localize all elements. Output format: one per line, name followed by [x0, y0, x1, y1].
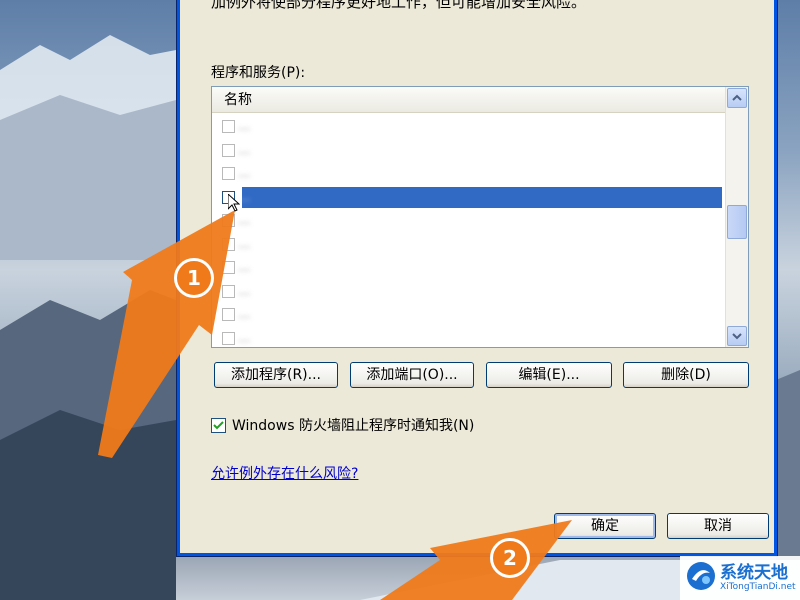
item-checkbox[interactable]: [222, 331, 235, 345]
step-1-badge: 1: [174, 258, 214, 298]
edit-button[interactable]: 编辑(E)...: [486, 362, 612, 388]
intro-text: 加例外将使部分程序更好地工作，但可能增加安全风险。: [211, 0, 587, 11]
selection-highlight: [242, 186, 722, 208]
item-name: ...: [238, 213, 251, 228]
watermark-url: XiTongTianDi.net: [720, 582, 796, 592]
list-item[interactable]: ...: [212, 162, 726, 186]
item-checkbox[interactable]: [222, 143, 235, 157]
item-checkbox[interactable]: [222, 167, 235, 180]
item-name: ...: [238, 260, 251, 275]
scroll-thumb[interactable]: [727, 205, 747, 239]
item-checkbox[interactable]: [222, 214, 235, 227]
notify-option[interactable]: Windows 防火墙阻止程序时通知我(N): [211, 416, 474, 436]
item-name: ...: [238, 142, 251, 158]
list-item[interactable]: ...: [212, 139, 726, 163]
item-name: ...: [238, 119, 251, 134]
chevron-up-icon: [732, 94, 742, 101]
item-name: ...: [238, 166, 251, 181]
list-item-selected[interactable]: ...: [212, 186, 726, 212]
scroll-up-button[interactable]: [727, 88, 747, 108]
list-item[interactable]: ...: [212, 280, 726, 304]
notify-checkbox[interactable]: [211, 417, 226, 433]
item-name: ...: [238, 283, 251, 299]
notify-checkbox-label: Windows 防火墙阻止程序时通知我(N): [232, 418, 475, 434]
item-name: ...: [238, 307, 251, 322]
list-item[interactable]: ...: [212, 327, 726, 348]
item-checkbox[interactable]: [222, 261, 235, 274]
list-item[interactable]: ...: [212, 303, 726, 327]
step-2-badge: 2: [490, 538, 530, 578]
list-item[interactable]: ...: [212, 233, 726, 257]
item-checkbox[interactable]: [222, 308, 235, 321]
cancel-button[interactable]: 取消: [667, 513, 769, 539]
item-name: ...: [238, 236, 251, 252]
delete-button[interactable]: 删除(D): [623, 362, 749, 388]
mouse-cursor-icon: [228, 193, 240, 212]
site-watermark: 系统天地 XiTongTianDi.net: [680, 556, 800, 600]
chevron-down-icon: [732, 333, 742, 340]
site-logo-icon: [687, 562, 715, 590]
add-port-button[interactable]: 添加端口(O)...: [350, 362, 474, 388]
programs-services-label: 程序和服务(P):: [211, 65, 306, 81]
column-header-name[interactable]: 名称: [212, 87, 726, 113]
item-checkbox[interactable]: [222, 284, 235, 298]
vertical-scrollbar[interactable]: [725, 87, 748, 347]
programs-services-list[interactable]: 名称 ... ... ... ... ... ... ... ... ... .…: [211, 86, 749, 348]
list-item[interactable]: ...: [212, 115, 726, 139]
risk-info-link[interactable]: 允许例外存在什么风险?: [211, 463, 358, 483]
firewall-exceptions-dialog: 加例外将使部分程序更好地工作，但可能增加安全风险。 程序和服务(P): 名称 .…: [176, 0, 778, 557]
add-program-button[interactable]: 添加程序(R)...: [214, 362, 338, 388]
checkmark-icon: [213, 420, 224, 429]
scroll-down-button[interactable]: [727, 326, 747, 346]
item-name: ...: [238, 330, 251, 346]
list-item[interactable]: ...: [212, 256, 726, 280]
list-item[interactable]: ...: [212, 209, 726, 233]
list-rows: ... ... ... ... ... ... ... ... ... ...: [212, 115, 726, 348]
watermark-title: 系统天地: [720, 563, 788, 583]
item-checkbox[interactable]: [222, 237, 235, 251]
ok-button[interactable]: 确定: [554, 513, 656, 539]
item-checkbox[interactable]: [222, 120, 235, 133]
